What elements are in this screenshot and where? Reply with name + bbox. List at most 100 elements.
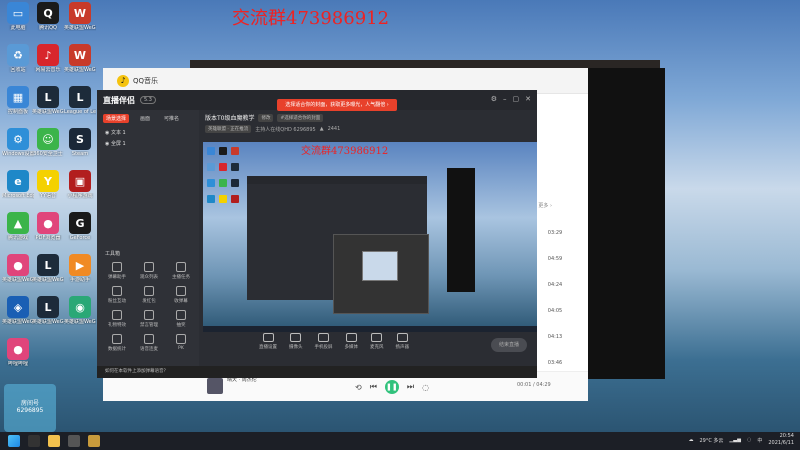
qq-music-more-link[interactable]: 更多 › [538, 202, 552, 209]
desktop-icon-label: 英雄联盟WeGame版 [2, 277, 34, 283]
desktop-app-icon: ◈ [7, 296, 29, 318]
scene-list: ◉ 文本 1 ◉ 全屏 1 [97, 127, 199, 149]
play-pause-icon[interactable]: ❚❚ [384, 380, 399, 394]
desktop-icon[interactable]: ⚙ Windows设置 [2, 128, 34, 157]
desktop-app-icon: ☺ [37, 128, 59, 150]
minimize-icon[interactable]: – [503, 95, 507, 103]
streamer-main: 版本T0级血魔教学 修改 #选择适合你的封面 英雄联盟 · 正在推流 主持人在线… [199, 110, 537, 378]
control-label: 摄像头 [289, 344, 303, 350]
tool-item[interactable]: 禁言管理 [133, 310, 165, 328]
tool-icon [176, 286, 186, 296]
control-button[interactable]: 手机投屏 [315, 332, 333, 350]
desktop-icon[interactable]: eMicrosoft Edge [2, 170, 34, 199]
preview-desktop-icon [207, 163, 215, 171]
desktop-icon[interactable]: W英雄联盟WeGame版 [64, 2, 96, 31]
desktop-icon[interactable]: LLeague of Legends [64, 86, 96, 115]
desktop-icon[interactable]: ▭ 此电脑 [2, 2, 34, 31]
desktop-icon[interactable]: G GeForce [64, 212, 96, 241]
desktop-icon[interactable]: L英雄联盟WeGame版 [32, 254, 64, 283]
tool-icon [144, 262, 154, 272]
weather-text[interactable]: 29°C 多云 [699, 437, 723, 444]
volume-tray-icon[interactable]: ◌ [747, 437, 751, 443]
desktop-icon[interactable]: Q 腾讯QQ [32, 2, 64, 31]
streamer-taskbar-icon[interactable] [68, 435, 80, 447]
preview-desktop-icon [219, 163, 227, 171]
desktop-icon[interactable]: ● PDF浏览器 [32, 212, 64, 241]
desktop-icon-label: 腾讯QQ [39, 25, 57, 31]
desktop-icon[interactable]: ▣ 小程序游戏 [64, 170, 96, 199]
scene-item[interactable]: ◉ 全屏 1 [97, 138, 199, 149]
sidebar-tab[interactable]: 场景选择 [103, 114, 130, 123]
settings-icon[interactable]: ⚙ [491, 95, 497, 103]
live-preview[interactable]: 交流群473986912 [203, 142, 537, 332]
close-icon[interactable]: ✕ [525, 95, 531, 103]
control-button[interactable]: 扬声器 [396, 332, 409, 350]
streamer-window[interactable]: 直播伴侣 5.3 选择适合你的封面，获取更多曝光，人气翻倍 › ⚙ – ▢ ✕ … [97, 90, 537, 378]
tool-item[interactable]: 抽奖 [165, 310, 197, 328]
desktop-icon[interactable]: L英雄联盟WeGame版 [32, 86, 64, 115]
tool-item[interactable]: 弹幕助手 [101, 262, 133, 280]
desktop-icon[interactable]: ▲ 腾讯游戏 [2, 212, 34, 241]
file-explorer-icon[interactable] [48, 435, 60, 447]
toolbox-header: 工具箱 [105, 251, 121, 257]
status-bar[interactable]: 如何在本软件上添加弹幕语音？ [97, 366, 537, 378]
desktop-icon[interactable]: ▦ 控制面板 [2, 86, 34, 115]
start-icon[interactable] [8, 435, 20, 447]
control-button[interactable]: 多媒体 [345, 332, 358, 350]
search-icon[interactable] [28, 435, 40, 447]
clock[interactable]: 20:54 2021/6/11 [768, 433, 794, 447]
desktop-icon[interactable]: ☺ 360安全卫士 [32, 128, 64, 157]
desktop-icon[interactable]: ♪ 网易云音乐 [32, 44, 64, 73]
tool-item[interactable]: 发红包 [133, 286, 165, 304]
stop-live-button[interactable]: 结束直播 [491, 338, 527, 352]
edit-title-button[interactable]: 修改 [258, 113, 274, 122]
preview-nested-window [247, 176, 429, 314]
volume-icon[interactable]: ◌ [422, 383, 429, 392]
tool-item[interactable]: 粉丝互动 [101, 286, 133, 304]
desktop-icon-label: 网易云音乐 [35, 67, 61, 73]
desktop-icon[interactable]: ◉英雄联盟WeGame版 [64, 296, 96, 325]
desktop-icon[interactable]: ◈英雄联盟WeGame版 [2, 296, 34, 325]
room-category[interactable]: 英雄联盟 · 正在推流 [205, 125, 252, 133]
input-language[interactable]: 中 [757, 437, 762, 444]
preview-desktop-icon [207, 195, 215, 203]
league-taskbar-icon[interactable] [88, 435, 100, 447]
desktop-icon[interactable]: ▶ 手游助手 [64, 254, 96, 283]
control-button[interactable]: 直播设置 [259, 332, 277, 350]
previous-icon[interactable]: ⏮ [370, 382, 377, 392]
desktop-icon[interactable]: ●英雄联盟WeGame版 [2, 254, 34, 283]
sidebar-tab[interactable]: 可推名 [161, 114, 182, 123]
tool-item[interactable]: 主播任务 [165, 262, 197, 280]
desktop-app-icon: Q [37, 2, 59, 24]
tool-item[interactable]: 观众列表 [133, 262, 165, 280]
desktop-icon[interactable]: L英雄联盟WeGame版 [32, 296, 64, 325]
desktop-icon[interactable]: ● 哔哩哔哩 [2, 338, 34, 367]
tool-item[interactable]: PK [165, 334, 197, 352]
scene-item[interactable]: ◉ 文本 1 [97, 127, 199, 138]
desktop-icon-label: 此电脑 [10, 25, 26, 31]
control-button[interactable]: 摄像头 [289, 332, 303, 350]
desktop-icon[interactable]: W英雄联盟WeGame版 [64, 44, 96, 73]
system-tray: ☁ 29°C 多云 ▁▃▅ ◌ 中 20:54 2021/6/11 [688, 433, 794, 447]
cover-tag[interactable]: #选择适合你的封面 [277, 113, 324, 122]
album-cover[interactable] [207, 378, 223, 394]
tool-item[interactable]: 数据统计 [101, 334, 133, 352]
desktop-icon-label: League of Legends [64, 109, 96, 115]
next-icon[interactable]: ⏭ [407, 382, 414, 392]
sidebar-tabs: 场景选择 画面 可推名 [97, 110, 199, 127]
maximize-icon[interactable]: ▢ [513, 95, 520, 103]
network-icon[interactable]: ▁▃▅ [729, 437, 741, 443]
desktop-icon[interactable]: ♻ 回收站 [2, 44, 34, 73]
tool-item[interactable]: 收弹幕 [165, 286, 197, 304]
tool-label: 观众列表 [140, 275, 158, 280]
desktop-icon-label: GeForce [69, 235, 91, 241]
room-badge-label: 房间号 [20, 400, 39, 407]
loop-icon[interactable]: ⟲ [355, 383, 362, 392]
desktop-icon[interactable]: S Steam [64, 128, 96, 157]
tool-item[interactable]: 语音连麦 [133, 334, 165, 352]
sidebar-tab[interactable]: 画面 [137, 114, 153, 123]
tool-item[interactable]: 礼物特效 [101, 310, 133, 328]
weather-icon[interactable]: ☁ [688, 437, 693, 443]
desktop-icon[interactable]: Y YY语音 [32, 170, 64, 199]
control-button[interactable]: 麦克风 [370, 332, 384, 350]
